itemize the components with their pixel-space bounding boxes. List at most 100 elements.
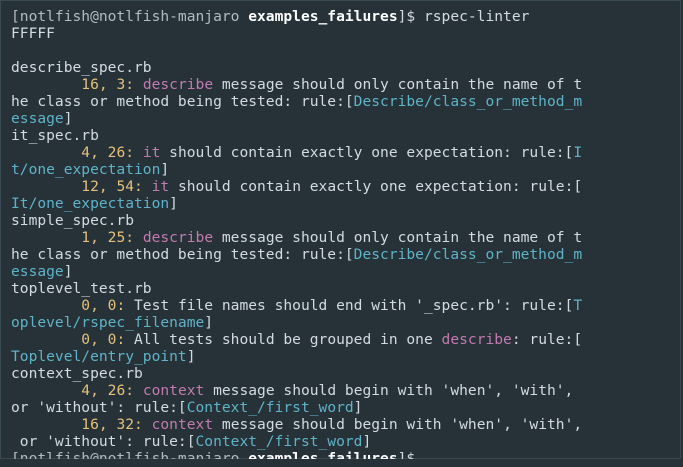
working-directory: examples_failures: [248, 8, 398, 25]
rule-name: I: [573, 144, 583, 161]
output-text: All tests should be grouped in one: [125, 331, 442, 348]
terminal-line: context_spec.rb: [11, 365, 671, 382]
terminal-line: essage]: [11, 263, 671, 280]
prompt-user-host: [notlfish@notlfish-manjaro: [11, 450, 249, 467]
keyword-text: describe: [441, 331, 512, 348]
terminal-line: or 'without': rule:[Context_/first_word]: [11, 433, 671, 450]
terminal-line: simple_spec.rb: [11, 212, 671, 229]
output-text: ]: [353, 399, 363, 416]
output-text: FFFFF: [11, 25, 55, 42]
terminal-line: 16, 32: context message should begin wit…: [11, 416, 671, 433]
output-text: ]: [169, 195, 178, 212]
rule-name: T: [573, 297, 583, 314]
terminal-line: he class or method being tested: rule:[D…: [11, 93, 671, 110]
rule-name: Context_/first_word: [195, 433, 363, 450]
terminal-window[interactable]: [notlfish@notlfish-manjaro examples_fail…: [0, 0, 681, 459]
output-text: : rule:[: [511, 331, 583, 348]
output-text: message should only contain the name of …: [213, 76, 583, 93]
prompt-user-host: [notlfish@notlfish-manjaro: [11, 8, 249, 25]
output-text: he class or method being tested: rule:[: [11, 93, 354, 110]
output-text: message should only contain the name of …: [213, 229, 583, 246]
terminal-line: toplevel_test.rb: [11, 280, 671, 297]
terminal-line: he class or method being tested: rule:[D…: [11, 246, 671, 263]
output-text: it_spec.rb: [11, 127, 99, 144]
terminal-line: 0, 0: Test file names should end with '_…: [11, 297, 671, 314]
keyword-text: it: [151, 178, 170, 195]
keyword-text: context: [151, 416, 214, 433]
terminal-line: Toplevel/entry_point]: [11, 348, 671, 365]
output-text: Test file names should end with '_spec.r…: [125, 297, 574, 314]
output-text: ]: [186, 348, 196, 365]
keyword-text: context: [142, 382, 205, 399]
terminal-line: [notlfish@notlfish-manjaro examples_fail…: [11, 8, 671, 25]
terminal-line: essage]: [11, 110, 671, 127]
output-text: simple_spec.rb: [11, 212, 135, 229]
terminal-line: it_spec.rb: [11, 127, 671, 144]
output-text: message should begin with 'when', 'with'…: [213, 416, 583, 433]
rule-name: essage: [11, 263, 64, 280]
terminal-line: It/one_expectation]: [11, 195, 671, 212]
terminal-line: 0, 0: All tests should be grouped in one…: [11, 331, 671, 348]
line-column-location: 4, 26:: [81, 144, 135, 161]
output-text: he class or method being tested: rule:[: [11, 246, 354, 263]
output-text: ]: [160, 161, 170, 178]
working-directory: examples_failures: [248, 450, 398, 467]
terminal-line: t/one_expectation]: [11, 161, 671, 178]
line-column-location: 1, 25:: [81, 229, 135, 246]
line-column-location: 16, 3:: [81, 76, 135, 93]
terminal-line: 16, 3: describe message should only cont…: [11, 76, 671, 93]
terminal-output[interactable]: [notlfish@notlfish-manjaro examples_fail…: [11, 8, 671, 467]
output-text: describe_spec.rb: [11, 59, 152, 76]
line-column-location: 16, 32:: [81, 416, 143, 433]
terminal-line: oplevel/rspec_filename]: [11, 314, 671, 331]
output-text: ]$: [397, 450, 416, 467]
keyword-text: describe: [142, 229, 214, 246]
terminal-line: describe_spec.rb: [11, 59, 671, 76]
terminal-line: 12, 54: it should contain exactly one ex…: [11, 178, 671, 195]
keyword-text: it: [142, 144, 161, 161]
output-text: context_spec.rb: [11, 365, 143, 382]
output-text: ]: [63, 263, 73, 280]
line-column-location: 12, 54:: [81, 178, 143, 195]
line-column-location: 0, 0:: [81, 297, 126, 314]
output-text: message should begin with 'when', 'with'…: [204, 382, 574, 399]
line-column-location: 4, 26:: [81, 382, 135, 399]
rule-name: Describe/class_or_method_m: [353, 246, 583, 263]
terminal-line: or 'without': rule:[Context_/first_word]: [11, 399, 671, 416]
terminal-line: 4, 26: it should contain exactly one exp…: [11, 144, 671, 161]
terminal-line: 4, 26: context message should begin with…: [11, 382, 671, 399]
output-text: ]: [204, 314, 214, 331]
rule-name: Toplevel/entry_point: [11, 348, 187, 365]
terminal-line: [notlfish@notlfish-manjaro examples_fail…: [11, 450, 671, 467]
line-column-location: 0, 0:: [81, 331, 126, 348]
rule-name: essage: [11, 110, 64, 127]
output-text: or 'without': rule:[: [11, 433, 196, 450]
output-text: should contain exactly one expectation: …: [169, 178, 583, 195]
terminal-line: 1, 25: describe message should only cont…: [11, 229, 671, 246]
output-text: toplevel_test.rb: [11, 280, 152, 297]
output-text: ]: [362, 433, 372, 450]
output-text: ]: [63, 110, 73, 127]
output-text: ]$ rspec-linter: [397, 8, 530, 25]
rule-name: Describe/class_or_method_m: [353, 93, 583, 110]
rule-name: It/one_expectation: [11, 195, 170, 212]
keyword-text: describe: [142, 76, 214, 93]
terminal-line: FFFFF: [11, 25, 671, 42]
rule-name: t/one_expectation: [11, 161, 161, 178]
output-text: should contain exactly one expectation: …: [160, 144, 574, 161]
rule-name: Context_/first_word: [186, 399, 354, 416]
